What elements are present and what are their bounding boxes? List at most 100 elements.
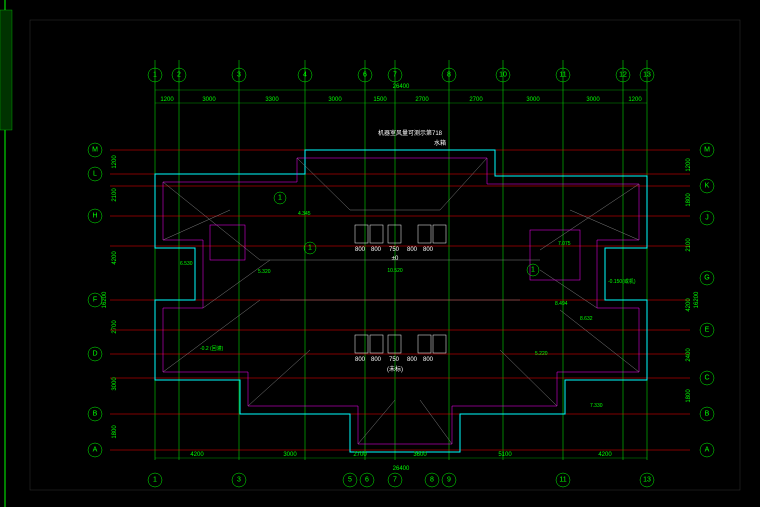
svg-text:5: 5: [348, 477, 352, 484]
svg-text:5.320: 5.320: [258, 269, 271, 275]
svg-text:4200: 4200: [598, 452, 612, 458]
svg-text:3: 3: [237, 477, 241, 484]
section-markers: 1 1 1: [274, 192, 539, 276]
svg-text:1800: 1800: [686, 193, 692, 207]
svg-text:3000: 3000: [526, 97, 540, 103]
svg-text:1: 1: [153, 72, 157, 79]
svg-text:G: G: [704, 275, 709, 282]
svg-text:3000: 3000: [586, 97, 600, 103]
row-bubbles-right: M K J G E C B A: [700, 143, 714, 457]
svg-text:1: 1: [153, 477, 157, 484]
svg-text:M: M: [92, 147, 98, 154]
svg-text:13: 13: [643, 72, 651, 79]
svg-text:2100: 2100: [112, 188, 118, 202]
dims-right: 1200 1800 2100 4200 2400 1800 16200: [686, 158, 700, 403]
svg-text:11: 11: [559, 477, 566, 484]
svg-text:2100: 2100: [686, 238, 692, 252]
svg-text:±0: ±0: [392, 256, 399, 262]
svg-text:3600: 3600: [413, 452, 427, 458]
svg-text:16200: 16200: [694, 291, 700, 308]
svg-text:D: D: [92, 351, 97, 358]
svg-text:-0.150(或机): -0.150(或机): [608, 278, 636, 285]
svg-text:4200: 4200: [686, 298, 692, 312]
svg-text:5100: 5100: [498, 452, 512, 458]
svg-text:8: 8: [430, 477, 434, 484]
svg-text:H: H: [92, 213, 97, 220]
svg-text:3: 3: [237, 72, 241, 79]
svg-text:1: 1: [531, 267, 535, 274]
svg-text:5.220: 5.220: [535, 351, 548, 357]
svg-text:3000: 3000: [112, 377, 118, 391]
svg-text:4200: 4200: [190, 452, 204, 458]
svg-text:800: 800: [371, 357, 382, 363]
svg-text:3000: 3000: [283, 452, 297, 458]
svg-text:1200: 1200: [160, 97, 174, 103]
svg-text:7: 7: [393, 72, 397, 79]
svg-text:6: 6: [365, 477, 369, 484]
note-2: 水箱: [434, 139, 446, 147]
svg-text:750: 750: [389, 357, 400, 363]
cad-floorplan: 1 2 3 4 6 7 8 10 11 12 13 1 3 5 6 7 8 9 …: [0, 0, 760, 507]
svg-text:1800: 1800: [686, 389, 692, 403]
svg-text:1200: 1200: [112, 155, 118, 169]
svg-text:2700: 2700: [112, 320, 118, 334]
svg-text:10.520: 10.520: [387, 268, 403, 274]
svg-text:3000: 3000: [328, 97, 342, 103]
svg-text:800: 800: [407, 247, 418, 253]
roof-lines: [163, 158, 639, 444]
building-outline: [155, 150, 647, 452]
svg-text:7.075: 7.075: [558, 241, 571, 247]
svg-text:2700: 2700: [469, 97, 483, 103]
row-bubbles-left: M L H F D B A: [88, 143, 102, 457]
svg-text:1200: 1200: [628, 97, 642, 103]
svg-text:4: 4: [303, 72, 307, 79]
svg-text:M: M: [704, 147, 710, 154]
svg-text:1500: 1500: [373, 97, 387, 103]
col-bubbles-bottom: 1 3 5 6 7 8 9 11 13: [148, 473, 654, 487]
svg-text:800: 800: [371, 247, 382, 253]
svg-text:6: 6: [363, 72, 367, 79]
svg-text:A: A: [705, 447, 710, 454]
svg-text:10: 10: [499, 72, 507, 79]
svg-text:L: L: [93, 171, 97, 178]
svg-text:800: 800: [355, 247, 366, 253]
windows-lower: [355, 335, 446, 353]
dims-bottom: 4200 3000 2700 3600 5100 4200: [190, 452, 612, 458]
svg-text:1: 1: [308, 245, 312, 252]
svg-text:800: 800: [423, 357, 434, 363]
svg-text:1800: 1800: [112, 425, 118, 439]
svg-text:3300: 3300: [265, 97, 279, 103]
total-width-top: 26400: [393, 84, 410, 90]
svg-text:A: A: [93, 447, 98, 454]
svg-text:13: 13: [643, 477, 651, 484]
svg-text:6.530: 6.530: [180, 261, 193, 267]
svg-text:K: K: [705, 183, 710, 190]
svg-text:7: 7: [393, 477, 397, 484]
svg-text:16200: 16200: [102, 291, 108, 308]
svg-text:9: 9: [447, 477, 451, 484]
svg-text:E: E: [705, 327, 710, 334]
svg-text:J: J: [705, 215, 709, 222]
col-bubbles-top: 1 2 3 4 6 7 8 10 11 12 13: [148, 68, 654, 82]
svg-text:7.330: 7.330: [590, 403, 603, 409]
building-inner: [163, 158, 639, 444]
svg-text:1: 1: [278, 195, 282, 202]
svg-text:2700: 2700: [353, 452, 367, 458]
dims-left: 1200 2100 4200 2700 3000 1800 16200: [102, 155, 118, 439]
svg-text:800: 800: [355, 357, 366, 363]
svg-text:F: F: [93, 297, 97, 304]
windows-upper: [355, 225, 446, 243]
svg-text:2: 2: [177, 72, 181, 79]
note-5: -0.2 (回灌): [200, 345, 224, 352]
svg-text:(未标): (未标): [387, 365, 403, 373]
svg-text:B: B: [93, 411, 98, 418]
opening-dims-lower: 800 800 750 800 800 (未标): [355, 357, 434, 373]
svg-text:4200: 4200: [112, 251, 118, 265]
svg-text:11: 11: [559, 72, 566, 79]
svg-text:8.632: 8.632: [580, 316, 593, 322]
svg-text:800: 800: [423, 247, 434, 253]
svg-text:800: 800: [407, 357, 418, 363]
svg-text:3000: 3000: [202, 97, 216, 103]
svg-text:2700: 2700: [415, 97, 429, 103]
svg-text:1200: 1200: [686, 158, 692, 172]
